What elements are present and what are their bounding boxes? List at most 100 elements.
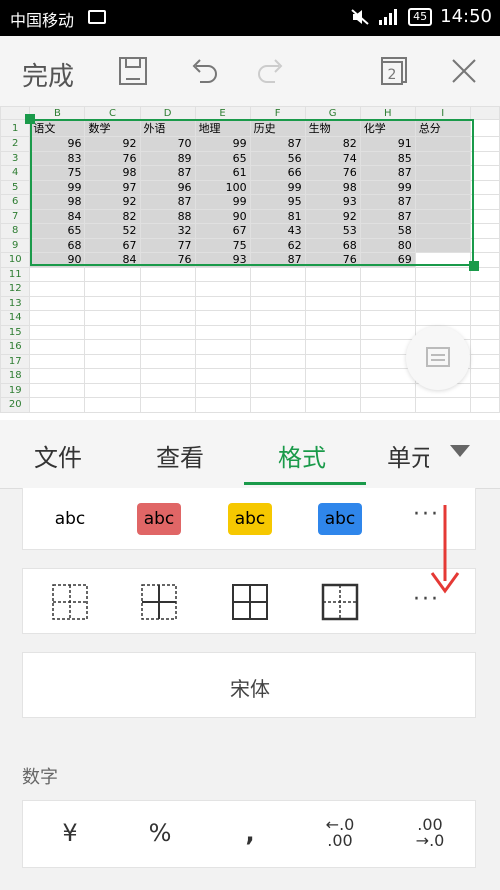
row-header[interactable]: 15 [0,324,31,340]
cell[interactable] [29,324,86,340]
cell[interactable]: 80 [359,237,416,253]
selection-handle-top-left[interactable] [25,114,35,124]
row-header[interactable]: 11 [0,266,31,282]
style-yellow-button[interactable]: abc [228,503,272,535]
cell[interactable] [469,353,500,369]
cell[interactable]: 76 [304,252,361,268]
cell[interactable] [304,353,361,369]
cell[interactable] [469,382,500,398]
cell[interactable] [84,339,141,355]
column-header[interactable]: F [249,106,306,120]
cell[interactable]: 65 [194,150,251,166]
cell[interactable]: 97 [84,179,141,195]
column-header[interactable] [469,106,500,120]
cell[interactable] [84,324,141,340]
cell[interactable] [414,150,471,166]
cell[interactable]: 61 [194,165,251,181]
cell[interactable]: 数学 [84,119,141,137]
cell[interactable]: 84 [29,208,86,224]
cell[interactable] [304,310,361,326]
cell[interactable] [414,179,471,195]
cell[interactable] [194,368,251,384]
tab-dropdown-icon[interactable] [449,444,471,458]
cell[interactable]: 95 [249,194,306,210]
cell[interactable] [249,310,306,326]
cell[interactable] [29,339,86,355]
cell[interactable] [469,223,500,239]
cell[interactable] [194,353,251,369]
cell[interactable]: 82 [84,208,141,224]
cell[interactable] [29,310,86,326]
cell[interactable] [304,266,361,282]
window-switch-icon[interactable]: 2 [378,54,412,88]
cell[interactable] [84,382,141,398]
done-button[interactable]: 完成 [22,56,74,93]
row-header[interactable]: 18 [0,368,31,384]
cell[interactable]: 85 [359,150,416,166]
cell[interactable] [469,150,500,166]
column-header[interactable]: D [139,106,196,120]
cell[interactable]: 99 [194,194,251,210]
undo-icon[interactable] [186,54,220,88]
cell[interactable]: 92 [84,136,141,152]
row-header[interactable]: 13 [0,295,31,311]
decrease-decimal-button[interactable]: .00 →.0 [400,817,460,849]
cell[interactable] [414,310,471,326]
cell[interactable]: 总分 [414,119,471,137]
cell[interactable] [249,397,306,413]
cell[interactable] [194,295,251,311]
cell[interactable]: 99 [249,179,306,195]
cell[interactable] [249,353,306,369]
column-header[interactable]: I [414,106,471,120]
style-blue-button[interactable]: abc [318,503,362,535]
cell[interactable] [469,208,500,224]
cell[interactable] [249,295,306,311]
cell[interactable]: 92 [84,194,141,210]
cell[interactable]: 84 [84,252,141,268]
cell[interactable]: 81 [249,208,306,224]
save-icon[interactable] [116,54,150,88]
cell[interactable] [194,266,251,282]
cell[interactable] [414,252,471,268]
column-header[interactable]: B [29,106,86,120]
cell[interactable]: 87 [359,194,416,210]
cell[interactable] [359,266,416,282]
cell[interactable] [304,281,361,297]
cell[interactable]: 74 [304,150,361,166]
cell[interactable]: 87 [249,136,306,152]
close-icon[interactable] [447,54,481,88]
row-header[interactable]: 2 [0,136,31,152]
cell[interactable]: 87 [359,165,416,181]
cell[interactable]: 32 [139,223,196,239]
cell[interactable] [29,281,86,297]
cell[interactable]: 96 [29,136,86,152]
cell[interactable] [29,266,86,282]
cell[interactable] [139,281,196,297]
cell[interactable]: 89 [139,150,196,166]
cell[interactable]: 67 [194,223,251,239]
cell[interactable]: 75 [194,237,251,253]
cell[interactable]: 87 [139,165,196,181]
row-header[interactable]: 8 [0,223,31,239]
cell[interactable] [469,179,500,195]
cell[interactable] [29,382,86,398]
keyboard-toggle-button[interactable] [406,326,470,390]
tab-cell[interactable]: 单元 [387,438,429,473]
cell[interactable] [414,295,471,311]
cell[interactable]: 98 [304,179,361,195]
cell[interactable]: 62 [249,237,306,253]
cell[interactable] [139,295,196,311]
cell[interactable]: 地理 [194,119,251,137]
cell[interactable] [84,310,141,326]
currency-format-button[interactable]: ¥ [40,819,100,847]
cell[interactable] [249,281,306,297]
border-inner-icon[interactable] [140,583,178,621]
cell[interactable] [359,310,416,326]
cell[interactable] [469,194,500,210]
cell[interactable] [84,353,141,369]
cell[interactable]: 75 [29,165,86,181]
cell[interactable] [139,266,196,282]
cell[interactable]: 99 [359,179,416,195]
cell[interactable] [84,397,141,413]
cell[interactable] [304,397,361,413]
